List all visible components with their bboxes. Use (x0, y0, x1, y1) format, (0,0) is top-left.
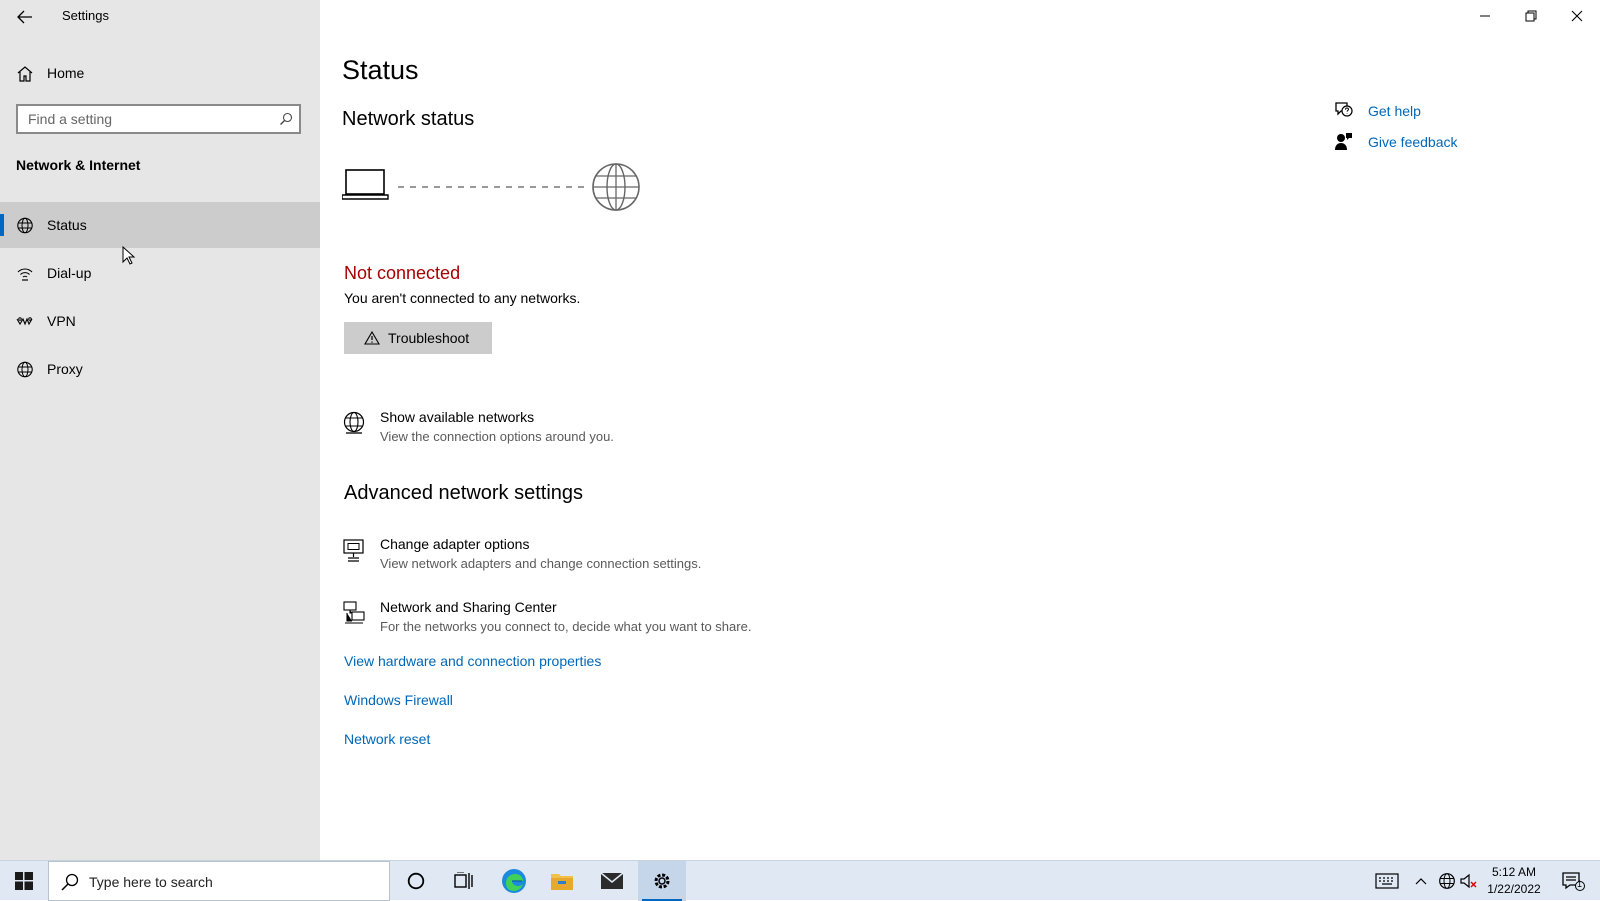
close-icon (1571, 10, 1583, 22)
sidebar-item-home[interactable]: Home (0, 56, 320, 92)
edge-browser-button[interactable] (490, 861, 538, 901)
taskbar-search-box[interactable] (48, 861, 390, 901)
cortana-button[interactable] (392, 861, 440, 901)
windows-firewall-link[interactable]: Windows Firewall (344, 692, 453, 708)
back-arrow-icon (17, 10, 32, 24)
close-button[interactable] (1554, 0, 1600, 32)
notification-count: 1 (1577, 879, 1583, 889)
taskbar-clock[interactable]: 5:12 AM 1/22/2022 (1474, 864, 1554, 898)
sidebar: Settings Home Network & Internet Status … (0, 0, 320, 860)
give-feedback-icon (1334, 132, 1354, 155)
network-globe-icon (342, 411, 366, 440)
selection-indicator (0, 214, 4, 236)
internet-globe-icon (592, 163, 640, 211)
network-sharing-icon (342, 601, 366, 630)
network-tray-button[interactable] (1436, 861, 1458, 901)
cortana-circle-icon (407, 872, 425, 890)
show-hidden-icons-button[interactable] (1410, 861, 1432, 901)
start-button[interactable] (0, 861, 48, 901)
file-explorer-button[interactable] (538, 861, 586, 901)
action-center-button[interactable]: 1 (1556, 861, 1590, 901)
folder-icon (551, 874, 573, 890)
network-reset-link[interactable]: Network reset (344, 731, 430, 747)
sharing-center-subtitle: For the networks you connect to, decide … (380, 619, 752, 634)
minimize-button[interactable] (1462, 0, 1508, 32)
sharing-center-title: Network and Sharing Center (380, 599, 557, 615)
minimize-icon (1480, 15, 1490, 17)
sidebar-item-label: Dial-up (47, 265, 92, 281)
section-heading: Network & Internet (16, 157, 141, 173)
monitor-icon (342, 538, 366, 567)
sidebar-item-label: Status (47, 217, 87, 233)
mail-button[interactable] (588, 861, 636, 901)
get-help-icon (1334, 101, 1354, 124)
dialup-icon (16, 265, 34, 287)
adapter-options-title: Change adapter options (380, 536, 530, 552)
taskbar-search-input[interactable] (87, 870, 381, 894)
settings-taskbar-button[interactable] (638, 861, 686, 901)
sidebar-item-dial-up[interactable]: Dial-up (0, 250, 320, 296)
view-hardware-properties-link[interactable]: View hardware and connection properties (344, 653, 601, 669)
vpn-icon (16, 313, 34, 335)
network-globe-icon (16, 217, 34, 239)
warning-icon (364, 331, 380, 345)
settings-search-input[interactable] (18, 106, 268, 132)
get-help-link[interactable]: Get help (1368, 103, 1421, 119)
back-button[interactable] (12, 4, 38, 30)
troubleshoot-button[interactable]: Troubleshoot (344, 322, 492, 354)
network-status-diagram (341, 162, 642, 219)
settings-search-box[interactable] (16, 104, 301, 134)
show-networks-title: Show available networks (380, 409, 535, 425)
search-icon[interactable] (279, 112, 293, 131)
globe-icon (16, 361, 34, 383)
gear-icon (654, 873, 670, 889)
restore-icon (1525, 10, 1537, 22)
search-icon (61, 873, 79, 896)
advanced-settings-heading: Advanced network settings (344, 482, 584, 504)
task-view-button[interactable] (440, 861, 488, 901)
clock-date: 1/22/2022 (1487, 882, 1541, 896)
network-status-heading: Network status (342, 108, 475, 130)
chevron-up-icon (1415, 878, 1427, 885)
mail-icon (600, 872, 624, 889)
sidebar-item-vpn[interactable]: VPN (0, 298, 320, 344)
taskbar: 5:12 AM 1/22/2022 1 (0, 860, 1600, 901)
sidebar-home-label: Home (47, 65, 85, 81)
mouse-cursor-icon (122, 246, 136, 265)
sidebar-item-status[interactable]: Status (0, 202, 320, 248)
connection-status-title: Not connected (344, 263, 461, 283)
network-globe-icon (1439, 873, 1455, 889)
edge-browser-icon (502, 869, 526, 893)
connection-status-description: You aren't connected to any networks. (344, 290, 581, 306)
adapter-options-subtitle: View network adapters and change connect… (380, 556, 702, 571)
restore-button[interactable] (1508, 0, 1554, 32)
troubleshoot-label: Troubleshoot (388, 330, 470, 346)
show-networks-subtitle: View the connection options around you. (380, 429, 614, 444)
laptop-icon (341, 169, 389, 200)
home-icon (16, 65, 34, 87)
sidebar-item-label: Proxy (47, 361, 83, 377)
input-keyboard-button[interactable] (1372, 861, 1402, 901)
sidebar-item-label: VPN (47, 313, 76, 329)
task-view-icon (454, 872, 473, 889)
windows-logo-icon (15, 872, 33, 890)
give-feedback-link[interactable]: Give feedback (1368, 134, 1458, 150)
sidebar-item-proxy[interactable]: Proxy (0, 346, 320, 392)
keyboard-icon (1375, 873, 1399, 889)
app-title: Settings (62, 8, 109, 23)
page-title: Status (342, 55, 419, 85)
clock-time: 5:12 AM (1491, 865, 1537, 879)
